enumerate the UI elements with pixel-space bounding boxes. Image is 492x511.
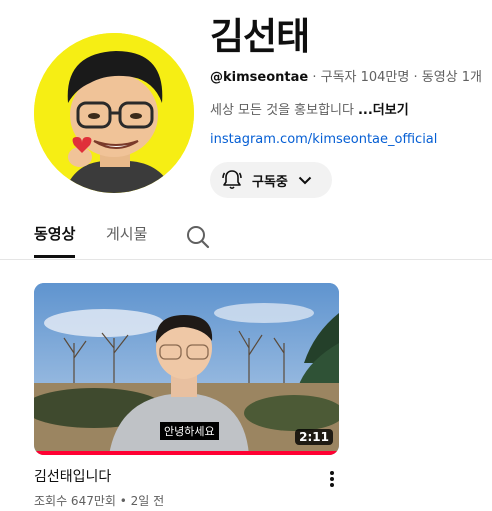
meta-separator: · bbox=[409, 70, 422, 85]
subscribed-label: 구독중 bbox=[252, 174, 288, 190]
chevron-down-icon bbox=[296, 171, 314, 189]
video-card[interactable]: 안녕하세요 2:11 김선태입니다 조회수 647만회 • 2일 전 bbox=[34, 283, 339, 508]
channel-link[interactable]: instagram.com/kimseontae_official bbox=[210, 132, 437, 147]
more-vert-icon[interactable] bbox=[324, 469, 340, 489]
meta-separator: · bbox=[308, 70, 321, 85]
tab-videos[interactable]: 동영상 bbox=[34, 224, 76, 258]
channel-description[interactable]: 세상 모든 것을 홍보합니다 ...더보기 bbox=[210, 99, 409, 118]
meta-separator: • bbox=[115, 494, 131, 508]
video-count: 동영상 1개 bbox=[421, 70, 483, 85]
video-caption: 안녕하세요 bbox=[160, 422, 219, 440]
channel-handle[interactable]: @kimseontae bbox=[210, 70, 308, 85]
watch-progress-bar bbox=[34, 451, 339, 455]
subscriber-count: 구독자 104만명 bbox=[320, 70, 410, 85]
search-icon[interactable] bbox=[185, 224, 211, 254]
channel-tabs: 동영상 게시물 bbox=[0, 214, 492, 260]
video-meta: 조회수 647만회 • 2일 전 bbox=[34, 492, 164, 509]
video-title[interactable]: 김선태입니다 bbox=[34, 466, 111, 486]
channel-header: 김선태 @kimseontae · 구독자 104만명 · 동영상 1개 세상 … bbox=[0, 0, 492, 210]
description-text: 세상 모든 것을 홍보합니다 bbox=[210, 103, 354, 118]
view-count: 조회수 647만회 bbox=[34, 494, 116, 508]
more-button[interactable]: ...더보기 bbox=[358, 103, 409, 118]
channel-avatar[interactable] bbox=[34, 33, 194, 193]
tab-posts[interactable]: 게시물 bbox=[106, 224, 147, 258]
bell-icon bbox=[220, 168, 244, 192]
video-thumbnail[interactable]: 안녕하세요 2:11 bbox=[34, 283, 339, 455]
subscribed-button[interactable]: 구독중 bbox=[210, 162, 332, 198]
upload-age: 2일 전 bbox=[130, 494, 165, 508]
duration-badge: 2:11 bbox=[295, 429, 333, 445]
channel-meta: @kimseontae · 구독자 104만명 · 동영상 1개 bbox=[210, 66, 482, 85]
channel-name: 김선태 bbox=[210, 15, 310, 58]
